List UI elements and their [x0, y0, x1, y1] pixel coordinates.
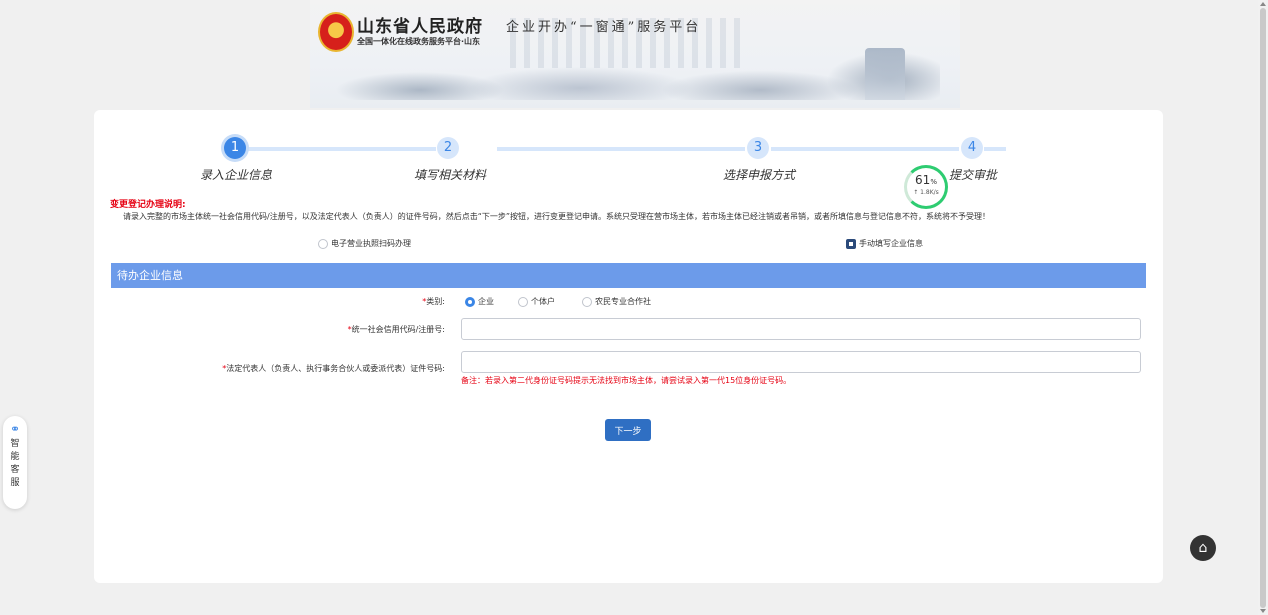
mode-option-label: 手动填写企业信息: [859, 239, 923, 248]
radio-icon[interactable]: [582, 296, 592, 307]
step-1-label: 录入企业信息: [200, 168, 273, 182]
id-number-label-text: 法定代表人（负责人、执行事务合伙人或委派代表）证件号码:: [226, 364, 445, 373]
step-4-label: 提交审批: [949, 168, 998, 182]
next-button[interactable]: 下一步: [605, 419, 651, 441]
id-number-label: *法定代表人（负责人、执行事务合伙人或委派代表）证件号码:: [222, 363, 445, 374]
speed-percent: 61: [915, 173, 931, 187]
radio-checked-icon[interactable]: [465, 296, 475, 307]
step-2-circle: 2: [437, 137, 459, 159]
speed-rate: ↑ 1.8K/s: [913, 189, 939, 196]
category-option-label: 企业: [478, 297, 494, 306]
speed-percent-unit: %: [930, 178, 937, 186]
category-option-label: 农民专业合作社: [595, 297, 651, 306]
network-speed-widget[interactable]: 61% ↑ 1.8K/s: [904, 165, 948, 209]
step-connector: [497, 147, 745, 151]
notice-title: 变更登记办理说明:: [110, 200, 186, 210]
radio-icon[interactable]: [518, 296, 528, 307]
page-scrollbar[interactable]: [1258, 0, 1268, 615]
step-connector: [771, 147, 959, 151]
scroll-down-icon[interactable]: [1260, 609, 1266, 613]
radio-icon[interactable]: [318, 238, 328, 249]
platform-name: 企业开办“一窗通”服务平台: [506, 20, 702, 35]
gov-title: 山东省人民政府: [357, 17, 483, 37]
scroll-up-icon[interactable]: [1260, 2, 1266, 6]
category-option-label: 个体户: [531, 297, 555, 306]
mode-option-scan[interactable]: 电子营业执照扫码办理: [318, 238, 411, 249]
category-option-enterprise[interactable]: 企业: [465, 296, 494, 307]
mountain-decoration: [330, 40, 940, 100]
scrollbar-thumb[interactable]: [1260, 8, 1266, 608]
gov-subtitle: 全国一体化在线政务服务平台·山东: [357, 37, 481, 46]
step-3-circle: 3: [747, 137, 769, 159]
credit-code-label: *统一社会信用代码/注册号:: [348, 324, 445, 335]
radio-checked-icon[interactable]: [846, 238, 856, 249]
mode-option-label: 电子营业执照扫码办理: [331, 239, 411, 248]
headset-icon: ⚭: [9, 422, 21, 436]
tower-decoration: [865, 48, 905, 100]
national-emblem-icon: [318, 12, 354, 52]
credit-code-label-text: 统一社会信用代码/注册号:: [351, 325, 445, 334]
step-2-label: 填写相关材料: [414, 168, 487, 182]
step-connector: [246, 147, 436, 151]
step-connector: [984, 147, 1006, 151]
home-icon[interactable]: ⌂: [1190, 535, 1216, 561]
smart-service-tab[interactable]: ⚭ 智能客服: [3, 416, 27, 509]
credit-code-input[interactable]: [461, 318, 1141, 340]
category-option-cooperative[interactable]: 农民专业合作社: [582, 296, 651, 307]
section-header: 待办企业信息: [111, 263, 1146, 288]
category-option-individual[interactable]: 个体户: [518, 296, 555, 307]
category-label: *类别:: [422, 296, 445, 307]
notice-text: 请录入完整的市场主体统一社会信用代码/注册号，以及法定代表人（负责人）的证件号码…: [123, 212, 990, 221]
id-number-input[interactable]: [461, 351, 1141, 373]
id-remark: 备注：若录入第二代身份证号码提示无法找到市场主体，请尝试录入第一代15位身份证号…: [461, 376, 792, 385]
step-3-label: 选择申报方式: [723, 168, 796, 182]
category-label-text: 类别:: [426, 297, 445, 306]
step-1-circle: 1: [224, 137, 246, 159]
step-4-circle: 4: [961, 137, 983, 159]
smart-service-label: 智能客服: [10, 439, 20, 488]
mode-option-manual[interactable]: 手动填写企业信息: [846, 238, 923, 249]
